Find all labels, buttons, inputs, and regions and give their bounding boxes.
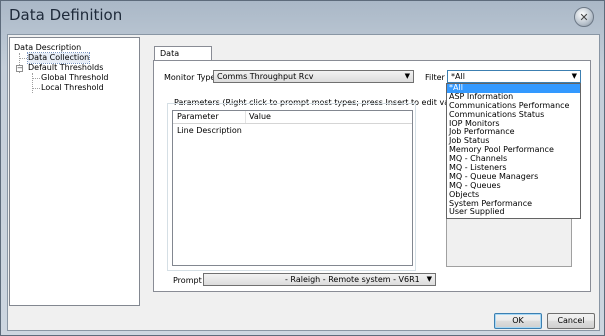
monitor-type-label: Monitor Type [164, 73, 216, 82]
close-button[interactable]: ✕ [574, 7, 594, 27]
tree-item-label: Default Thresholds [28, 63, 104, 72]
chevron-down-icon: ▼ [571, 72, 577, 80]
prompt-dropdown[interactable]: - Raleigh - Remote system - V6R1 ▼ [203, 273, 436, 286]
dialog-window: Data Definition ✕ Data Description Data … [0, 0, 605, 336]
grid-header: Parameter Value [173, 111, 412, 124]
column-header-value[interactable]: Value [249, 112, 271, 121]
tree-connector [19, 58, 27, 59]
tree-item-default-thresholds[interactable]: Default Thresholds [28, 63, 103, 73]
navigation-tree: Data Description Data Collection − Defau… [9, 37, 140, 306]
tree-item-data-description[interactable]: Data Description [14, 43, 81, 53]
column-header-parameter[interactable]: Parameter [177, 112, 219, 121]
tree-item-data-collection[interactable]: Data Collection [26, 52, 91, 64]
tree-item-label: Data Collection [28, 53, 90, 62]
close-icon: ✕ [579, 10, 589, 24]
tree-item-label: Global Threshold [41, 73, 109, 82]
dialog-client-area: Data Description Data Collection − Defau… [7, 34, 600, 331]
tree-connector [32, 73, 33, 93]
prompt-value: - Raleigh - Remote system - V6R1 [285, 275, 420, 284]
tree-connector [32, 88, 40, 89]
cancel-button-label: Cancel [557, 316, 585, 325]
cancel-button[interactable]: Cancel [547, 313, 595, 329]
ok-button[interactable]: OK [494, 313, 542, 329]
filter-value: *All [451, 72, 465, 81]
collapse-icon[interactable]: − [16, 65, 23, 72]
ok-button-label: OK [512, 316, 524, 325]
filter-dropdown-list[interactable]: *All ASP Information Communications Perf… [446, 83, 581, 219]
tree-connector [32, 78, 40, 79]
prompt-label: Prompt [173, 276, 202, 285]
tab-data-collection[interactable]: Data Collection [154, 46, 212, 72]
table-row[interactable]: Line Description [177, 126, 242, 135]
monitor-type-value: Comms Throughput Rcv [217, 72, 314, 81]
filter-dropdown[interactable]: *All ▼ [447, 70, 581, 83]
column-separator[interactable] [245, 111, 246, 123]
list-item[interactable]: User Supplied [447, 208, 580, 217]
tree-item-local-threshold[interactable]: Local Threshold [41, 83, 104, 93]
chevron-down-icon: ▼ [404, 72, 410, 80]
chevron-down-icon: ▼ [426, 275, 432, 283]
parameter-cell: Line Description [177, 126, 242, 135]
filter-label: Filter [425, 73, 445, 82]
tree-item-label: Local Threshold [41, 83, 104, 92]
parameters-grid[interactable]: Parameter Value Line Description [172, 110, 413, 266]
window-title: Data Definition [9, 6, 123, 24]
tree-item-label: Data Description [14, 43, 82, 52]
monitor-type-dropdown[interactable]: Comms Throughput Rcv ▼ [213, 70, 414, 83]
tree-item-global-threshold[interactable]: Global Threshold [41, 73, 109, 83]
